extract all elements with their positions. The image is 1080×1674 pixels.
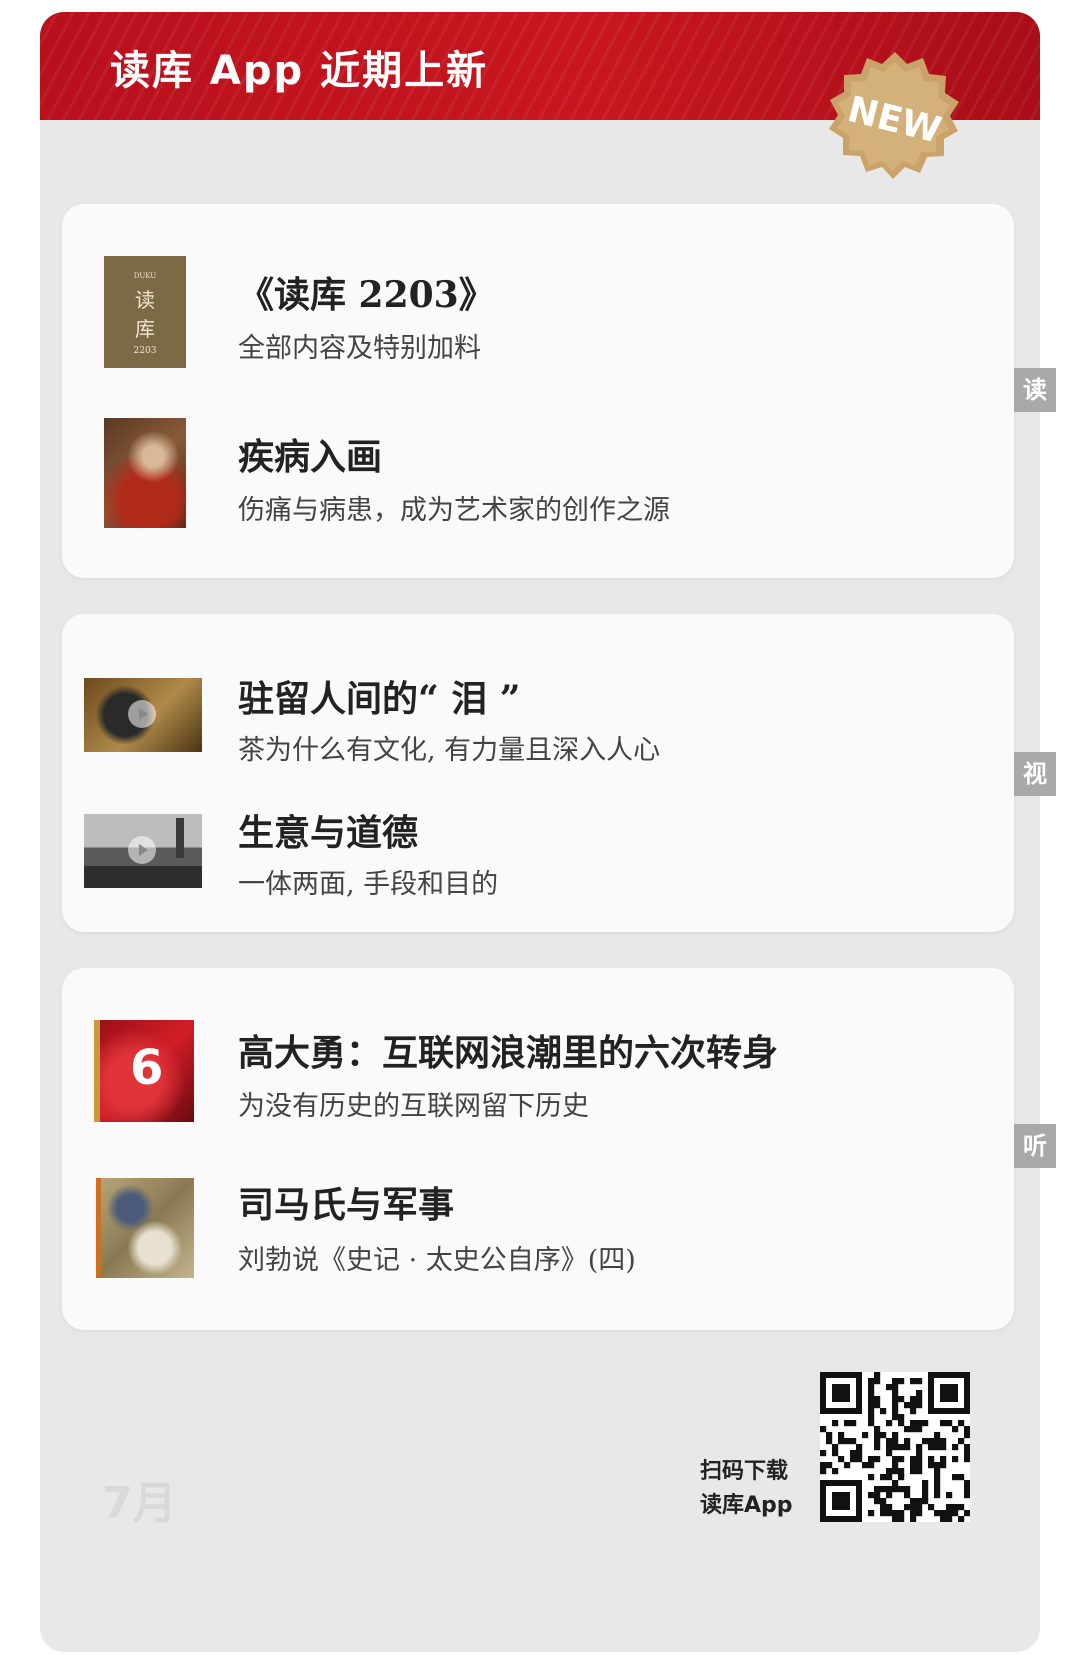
card-video: 驻留人间的“ 泪 ” 茶为什么有文化, 有力量且深入人心 生意与道德 一体两面,… xyxy=(62,614,1014,932)
month-label: 7月 xyxy=(102,1478,177,1529)
banner-title: 读库 App 近期上新 xyxy=(110,48,489,94)
download-prompt: 扫码下载 读库App xyxy=(700,1455,793,1523)
item-subtitle: 一体两面, 手段和目的 xyxy=(238,869,499,900)
list-item-tea-video[interactable]: 驻留人间的“ 泪 ” 茶为什么有文化, 有力量且深入人心 xyxy=(62,670,1014,790)
item-title: 《读库 2203》 xyxy=(238,274,495,316)
scan-text-line1: 扫码下载 xyxy=(700,1459,789,1484)
item-title: 驻留人间的“ 泪 ” xyxy=(238,678,521,720)
play-icon xyxy=(128,700,156,728)
item-subtitle: 茶为什么有文化, 有力量且深入人心 xyxy=(238,735,661,766)
side-tag-listen: 听 xyxy=(1014,1124,1056,1168)
item-subtitle: 刘勃说《史记 · 太史公自序》(四) xyxy=(238,1245,636,1276)
list-item-six-turns-audio[interactable]: 6 高大勇：互联网浪潮里的六次转身 为没有历史的互联网留下历史 xyxy=(62,1020,1014,1140)
scan-text-line2: 读库App xyxy=(700,1493,793,1518)
item-title: 高大勇：互联网浪潮里的六次转身 xyxy=(238,1032,779,1074)
video-thumbnail xyxy=(84,814,202,888)
painting-thumbnail xyxy=(104,418,186,528)
cover-issue: 2203 xyxy=(133,346,157,356)
qr-code-icon[interactable] xyxy=(820,1372,970,1522)
item-title: 疾病入画 xyxy=(238,436,383,478)
side-tag-read: 读 xyxy=(1014,368,1056,412)
video-thumbnail xyxy=(84,678,202,752)
cover-brand: DUKU xyxy=(133,272,157,280)
cover-char-1: 读 xyxy=(135,288,155,312)
list-item-duku-2203[interactable]: DUKU 读 库 2203 《读库 2203》 全部内容及特别加料 xyxy=(62,256,1014,376)
item-title: 司马氏与军事 xyxy=(238,1184,455,1226)
list-item-business-ethics-video[interactable]: 生意与道德 一体两面, 手段和目的 xyxy=(62,804,1014,924)
list-item-disease-painting[interactable]: 疾病入画 伤痛与病患，成为艺术家的创作之源 xyxy=(62,418,1014,538)
play-icon xyxy=(128,836,156,864)
side-tag-video: 视 xyxy=(1014,752,1056,796)
cover-number: 6 xyxy=(130,1040,164,1096)
audio-cover-thumbnail: 6 xyxy=(94,1020,194,1122)
list-item-sima-military-audio[interactable]: 司马氏与军事 刘勃说《史记 · 太史公自序》(四) xyxy=(62,1176,1014,1296)
audio-cover-thumbnail xyxy=(96,1178,194,1278)
cover-char-2: 库 xyxy=(135,317,155,341)
new-arrivals-panel: 读库 App 近期上新 NEW DUKU 读 库 2203 《读库 2203》 … xyxy=(40,12,1040,1652)
card-read: DUKU 读 库 2203 《读库 2203》 全部内容及特别加料 疾病入画 伤… xyxy=(62,204,1014,578)
item-subtitle: 伤痛与病患，成为艺术家的创作之源 xyxy=(238,495,670,526)
item-subtitle: 为没有历史的互联网留下历史 xyxy=(238,1091,589,1122)
item-subtitle: 全部内容及特别加料 xyxy=(238,333,481,364)
item-title: 生意与道德 xyxy=(238,812,419,854)
card-audio: 6 高大勇：互联网浪潮里的六次转身 为没有历史的互联网留下历史 司马氏与军事 刘… xyxy=(62,968,1014,1330)
book-cover-thumbnail: DUKU 读 库 2203 xyxy=(104,256,186,368)
new-badge-icon: NEW xyxy=(829,52,959,179)
